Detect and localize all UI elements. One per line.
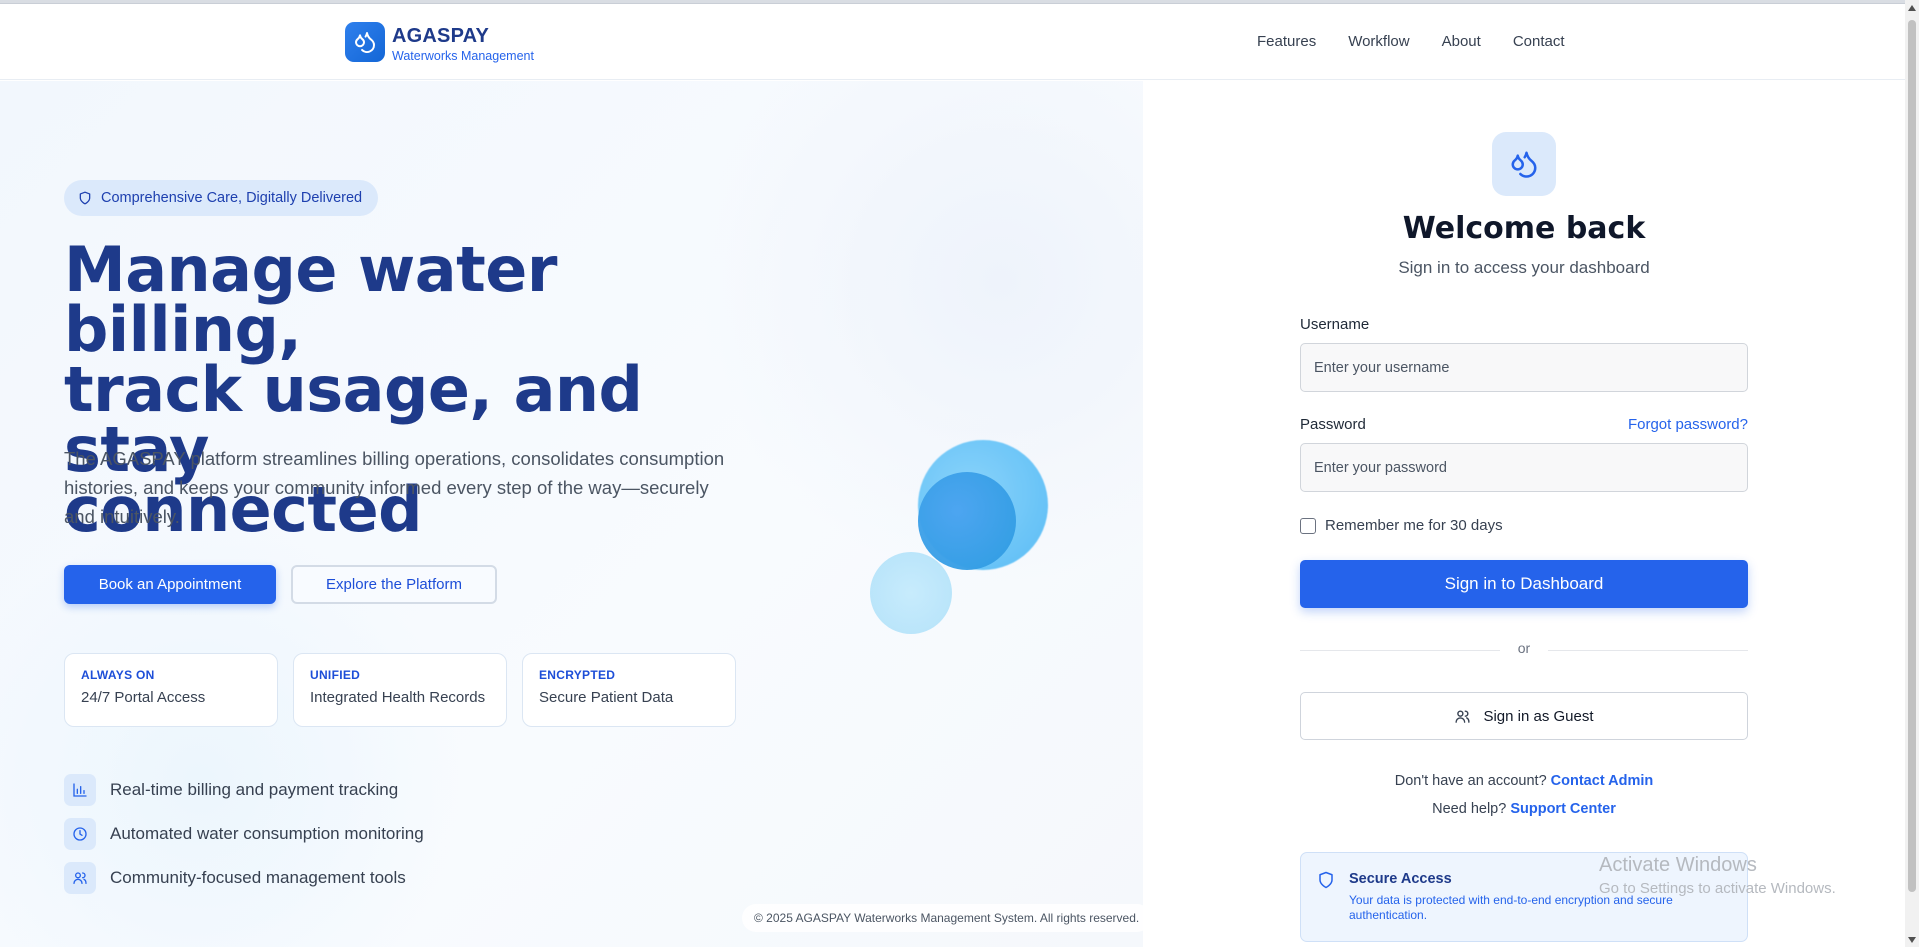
login-logo <box>1492 132 1556 196</box>
feature-text: Real-time billing and payment tracking <box>110 780 399 799</box>
forgot-password-link[interactable]: Forgot password? <box>1628 416 1748 433</box>
brand-subtitle: Waterworks Management <box>392 49 534 63</box>
scroll-thumb[interactable] <box>1908 20 1916 892</box>
remember-me: Remember me for 30 days <box>1300 517 1503 534</box>
stat-key: ENCRYPTED <box>539 668 616 682</box>
no-account-text: Don't have an account? <box>1394 773 1547 789</box>
username-input[interactable] <box>1300 343 1748 392</box>
shield-icon <box>1319 871 1333 889</box>
stat-card-encrypted: ENCRYPTED Secure Patient Data <box>522 653 736 727</box>
guest-sign-in-label: Sign in as Guest <box>1483 707 1594 725</box>
no-account-line: Don't have an account? Contact Admin <box>1143 773 1905 789</box>
divider-line-left <box>1300 650 1500 651</box>
feature-text: Automated water consumption monitoring <box>110 824 424 843</box>
feature-item-monitoring: Automated water consumption monitoring <box>64 818 424 850</box>
need-help-text: Need help? <box>1432 801 1507 817</box>
contact-admin-link[interactable]: Contact Admin <box>1551 773 1654 789</box>
password-input[interactable] <box>1300 443 1748 492</box>
or-divider: or <box>1517 640 1531 656</box>
bar-chart-icon <box>64 774 96 806</box>
stat-key: ALWAYS ON <box>81 668 155 682</box>
stat-key: UNIFIED <box>310 668 361 682</box>
remember-me-checkbox[interactable] <box>1300 517 1316 534</box>
book-appointment-button[interactable]: Book an Appointment <box>64 565 276 604</box>
username-label: Username <box>1300 316 1370 333</box>
decorative-bubble <box>870 552 952 634</box>
scroll-down-arrow-icon[interactable] <box>1908 937 1916 943</box>
clock-icon <box>64 818 96 850</box>
explore-platform-button[interactable]: Explore the Platform <box>291 565 497 604</box>
users-icon <box>64 862 96 894</box>
brand-name: AGASPAY <box>392 25 489 47</box>
scroll-up-arrow-icon[interactable] <box>1908 5 1916 11</box>
feature-item-billing: Real-time billing and payment tracking <box>64 774 398 806</box>
password-label: Password <box>1300 416 1366 433</box>
hero-title-line-1: Manage water billing, <box>64 233 557 366</box>
secure-access-title: Secure Access <box>1349 871 1452 887</box>
decorative-bubble <box>918 472 1016 570</box>
stat-value: 24/7 Portal Access <box>81 689 206 706</box>
feature-text: Community-focused management tools <box>110 868 406 887</box>
secure-access-description: Your data is protected with end-to-end e… <box>1349 893 1673 922</box>
sign-in-button[interactable]: Sign in to Dashboard <box>1300 560 1748 608</box>
feature-item-community: Community-focused management tools <box>64 862 406 894</box>
need-help-line: Need help? Support Center <box>1143 801 1905 817</box>
hero-badge-label: Comprehensive Care, Digitally Delivered <box>101 190 363 206</box>
nav-link-about[interactable]: About <box>1442 33 1481 50</box>
windows-activation-watermark-title: Activate Windows <box>1599 854 1757 876</box>
nav-link-workflow[interactable]: Workflow <box>1348 33 1409 50</box>
water-drops-icon <box>1511 151 1537 178</box>
page-scrollbar[interactable] <box>1905 0 1919 947</box>
login-subtitle: Sign in to access your dashboard <box>1398 258 1650 277</box>
nav-link-contact[interactable]: Contact <box>1513 33 1565 50</box>
remember-me-label: Remember me for 30 days <box>1325 517 1503 534</box>
users-icon <box>1455 709 1471 723</box>
hero-badge: Comprehensive Care, Digitally Delivered <box>64 180 379 216</box>
water-drops-icon <box>355 32 376 53</box>
site-header: AGASPAY Waterworks Management Features W… <box>0 4 1905 80</box>
divider-line-right <box>1548 650 1748 651</box>
logo[interactable] <box>345 22 385 62</box>
windows-activation-watermark-text: Go to Settings to activate Windows. <box>1599 880 1836 897</box>
copyright-footer: © 2025 AGASPAY Waterworks Management Sys… <box>742 904 1152 932</box>
stat-value: Secure Patient Data <box>539 689 674 706</box>
shield-icon <box>79 191 91 205</box>
nav-link-features[interactable]: Features <box>1257 33 1316 50</box>
hero-description: The AGASPAY platform streamlines billing… <box>64 448 725 527</box>
stat-value: Integrated Health Records <box>310 689 486 706</box>
guest-sign-in-button[interactable]: Sign in as Guest <box>1300 692 1748 740</box>
stat-card-unified: UNIFIED Integrated Health Records <box>293 653 507 727</box>
support-center-link[interactable]: Support Center <box>1510 801 1616 817</box>
main-nav: Features Workflow About Contact <box>1257 33 1597 50</box>
login-title: Welcome back <box>1402 211 1646 246</box>
stat-card-always-on: ALWAYS ON 24/7 Portal Access <box>64 653 278 727</box>
